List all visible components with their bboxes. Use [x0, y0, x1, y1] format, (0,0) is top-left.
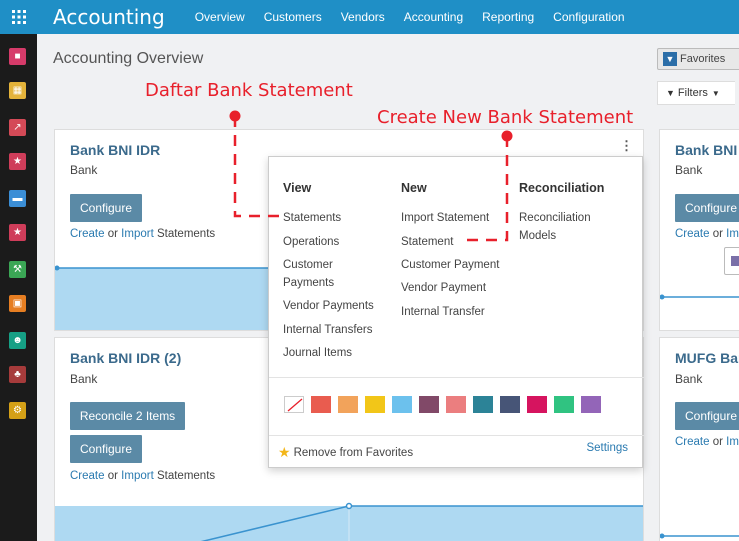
annotation-lines: [229, 110, 513, 242]
create-connector: [465, 136, 509, 242]
daftar-connector: [233, 116, 282, 218]
create-marker-dot: [501, 130, 513, 142]
daftar-marker-dot: [229, 110, 241, 122]
